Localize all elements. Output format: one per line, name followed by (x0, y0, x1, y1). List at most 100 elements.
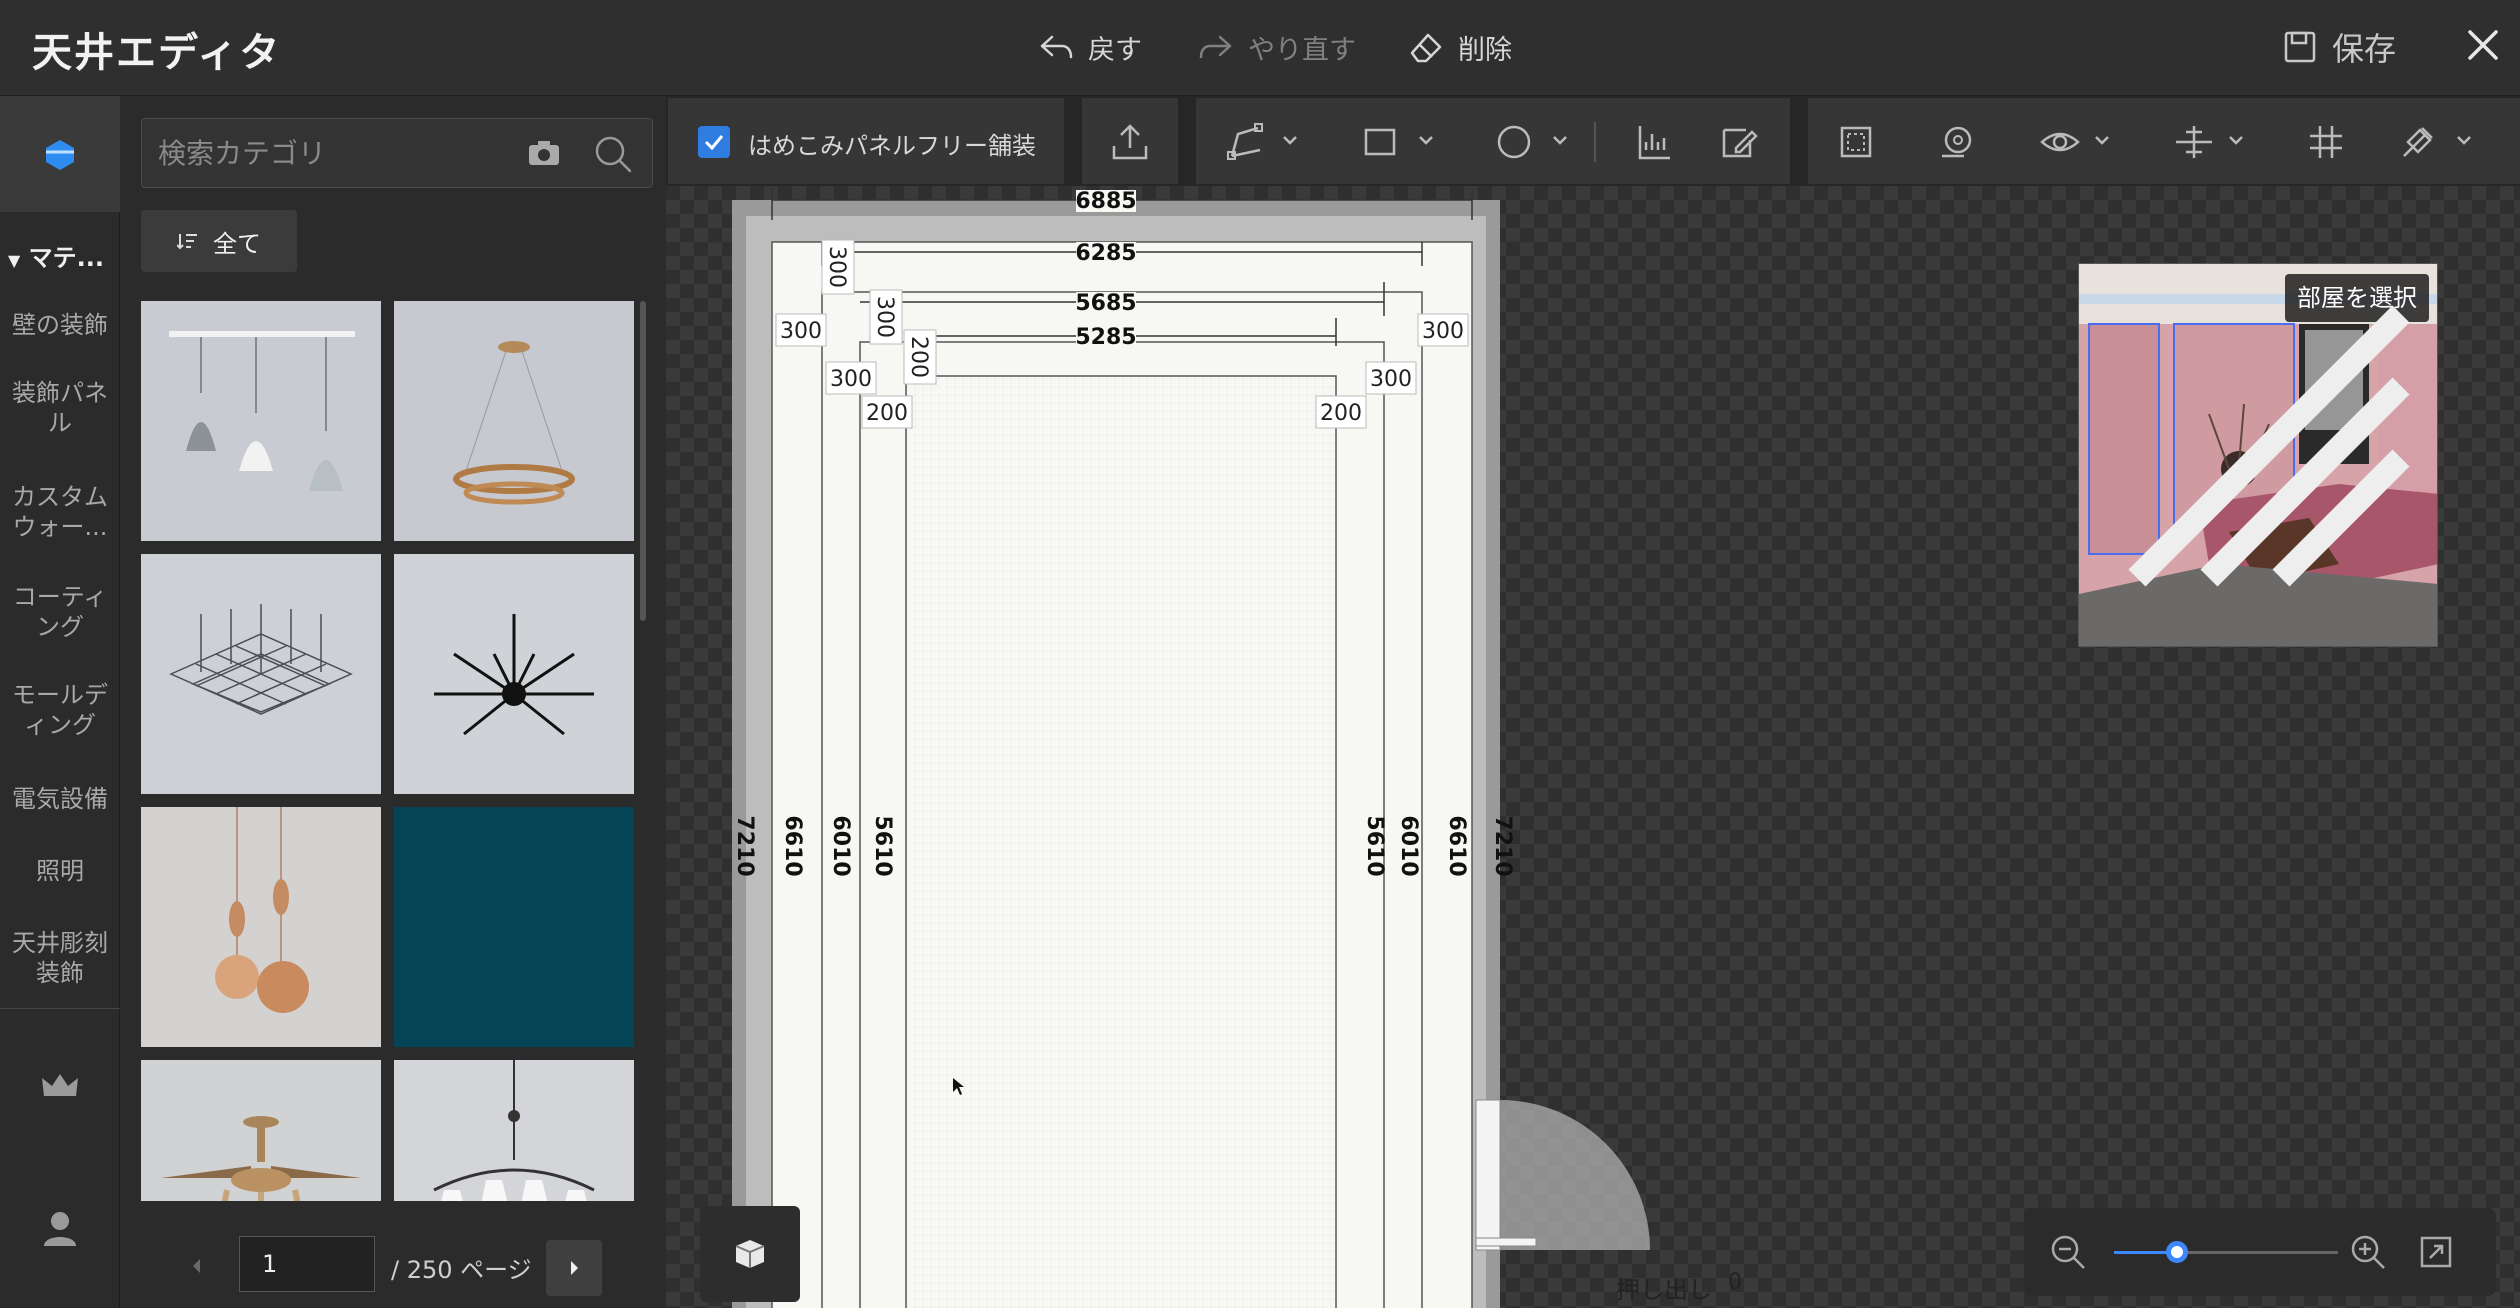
zoom-control (2024, 1208, 2496, 1296)
delete-label: 削除 (1458, 34, 1512, 66)
ring-pendant-thumbnail (394, 301, 634, 541)
camera-icon[interactable] (526, 135, 562, 171)
chevron-down-icon[interactable] (1282, 134, 1298, 146)
dim-left-0: 7210 (732, 815, 757, 876)
catalog-tile-sputnik[interactable] (394, 554, 634, 794)
dim-top-3: 5285 (1075, 325, 1136, 350)
seamless-paving-checkbox[interactable] (698, 126, 730, 158)
filter-all-button[interactable]: 全て (141, 210, 297, 272)
extrude-value[interactable]: 0 (1728, 1270, 1742, 1295)
view-3d-button[interactable] (700, 1206, 800, 1302)
dim-left-1: 6610 (780, 815, 805, 876)
upload-group (1082, 98, 1178, 184)
next-page-button[interactable] (546, 1240, 602, 1296)
redo-button[interactable]: やり直す (1196, 22, 1356, 72)
catalog-tile-copper-globes[interactable] (141, 807, 381, 1047)
pagination: / 250 ページ (121, 1236, 666, 1296)
align-icon[interactable] (2172, 120, 2216, 164)
copper-globes-thumbnail (141, 807, 381, 1047)
rail-item-wall-decor[interactable]: 壁の装飾 (0, 310, 120, 340)
undo-icon (1040, 35, 1073, 59)
chevron-down-icon[interactable] (2228, 134, 2244, 146)
zoom-out-icon[interactable] (2048, 1232, 2088, 1272)
search-icon[interactable] (592, 133, 634, 175)
check-icon (704, 135, 724, 151)
save-button[interactable]: 保存 (2280, 22, 2396, 72)
fit-to-screen-icon[interactable] (2416, 1232, 2456, 1272)
undo-button[interactable]: 戻す (1036, 22, 1142, 72)
chevron-down-icon[interactable] (2094, 134, 2110, 146)
material-cube-icon (46, 140, 74, 170)
draw-path-icon[interactable] (1224, 120, 1268, 164)
dim-left-2: 6010 (828, 815, 853, 876)
grid-icon[interactable] (2304, 120, 2348, 164)
room-preview[interactable]: 部屋を選択 (2078, 263, 2438, 647)
app-title: 天井エディタ (32, 30, 282, 76)
catalog-tile-wire-grid[interactable] (141, 554, 381, 794)
caret-down-icon: ▼ (8, 251, 21, 270)
eraser-icon (1410, 33, 1442, 63)
undo-label: 戻す (1088, 34, 1142, 66)
material-library-tab[interactable] (0, 96, 120, 212)
corner-label-3: 300 (824, 246, 849, 288)
chevron-down-icon[interactable] (2456, 134, 2472, 146)
corner-label-7: 300 (1370, 367, 1412, 392)
crown-icon[interactable] (36, 1066, 84, 1106)
seamless-paving-group: はめこみパネルフリー舗装 (668, 98, 1064, 184)
locate-icon[interactable] (1934, 120, 1978, 164)
dim-right-3: 7210 (1490, 815, 1515, 876)
corner-label-8: 200 (1320, 401, 1362, 426)
resize-handle-icon[interactable] (2089, 263, 2438, 638)
catalog-tile-pendant-trio[interactable] (141, 301, 381, 541)
cube-3d-icon (735, 1240, 765, 1268)
rail-item-lighting[interactable]: 照明 (0, 856, 120, 886)
edit-area-icon[interactable] (1716, 120, 1760, 164)
teal-swatch-thumbnail (394, 807, 634, 1047)
chevron-down-icon[interactable] (1418, 134, 1434, 146)
ceiling-editor-app: 天井エディタ 戻す やり直す 削除 保存 ▼ マテ... 壁の装飾 装飾パネル … (0, 0, 2520, 1308)
delete-button[interactable]: 削除 (1406, 22, 1512, 72)
save-icon (2284, 31, 2316, 63)
rail-item-custom-wall[interactable]: カスタムウォー... (0, 482, 120, 542)
dim-right-2: 6610 (1444, 815, 1469, 876)
prev-page-button[interactable] (175, 1244, 219, 1288)
upload-icon[interactable] (1108, 120, 1152, 164)
catalog-tile-white-chandelier[interactable] (394, 1060, 634, 1201)
rail-item-coating[interactable]: コーティング (0, 582, 120, 642)
rail-item-molding[interactable]: モールディング (0, 680, 120, 740)
page-number-input[interactable] (239, 1236, 375, 1292)
search-input[interactable] (158, 131, 498, 175)
rail-category-header[interactable]: ▼ マテ... (8, 238, 104, 273)
catalog-tile-ring-pendant[interactable] (394, 301, 634, 541)
eye-icon[interactable] (2038, 120, 2082, 164)
chevron-down-icon[interactable] (1552, 134, 1568, 146)
plan-toolbar: はめこみパネルフリー舗装 (666, 96, 2520, 186)
rail-item-deco-panel[interactable]: 装飾パネル (0, 378, 120, 438)
rectangle-tool-icon[interactable] (1358, 120, 1402, 164)
rail-item-ceiling-carving[interactable]: 天井彫刻装飾 (0, 928, 120, 988)
sputnik-thumbnail (394, 554, 634, 794)
door-swing (1475, 1099, 1650, 1251)
plan-canvas[interactable]: 6885 6285 5685 5285 7210 6610 6010 5610 … (666, 186, 2520, 1308)
zoom-slider-thumb[interactable] (2165, 1241, 2188, 1263)
measure-tool-icon[interactable] (1632, 120, 1676, 164)
catalog-tile-ceiling-fan[interactable] (141, 1060, 381, 1201)
seamless-paving-label: はめこみパネルフリー舗装 (748, 132, 1036, 160)
user-icon[interactable] (36, 1204, 84, 1252)
ceiling-fan-thumbnail (141, 1060, 381, 1201)
redo-label: やり直す (1248, 34, 1356, 66)
magic-wand-icon[interactable] (2396, 120, 2440, 164)
catalog-scrollbar[interactable] (640, 301, 646, 621)
rail-item-electrical[interactable]: 電気設備 (0, 784, 120, 814)
white-chandelier-thumbnail (394, 1060, 634, 1201)
dim-left-3: 5610 (870, 815, 895, 876)
select-area-icon[interactable] (1834, 120, 1878, 164)
dim-right-0: 5610 (1362, 815, 1387, 876)
catalog-tile-teal-swatch[interactable] (394, 807, 634, 1047)
circle-tool-icon[interactable] (1492, 120, 1536, 164)
zoom-slider[interactable] (2114, 1241, 2338, 1263)
close-icon[interactable] (2458, 20, 2508, 70)
catalog-panel: 全て (121, 96, 691, 1308)
filter-label: 全て (213, 229, 261, 258)
zoom-in-icon[interactable] (2348, 1232, 2388, 1272)
